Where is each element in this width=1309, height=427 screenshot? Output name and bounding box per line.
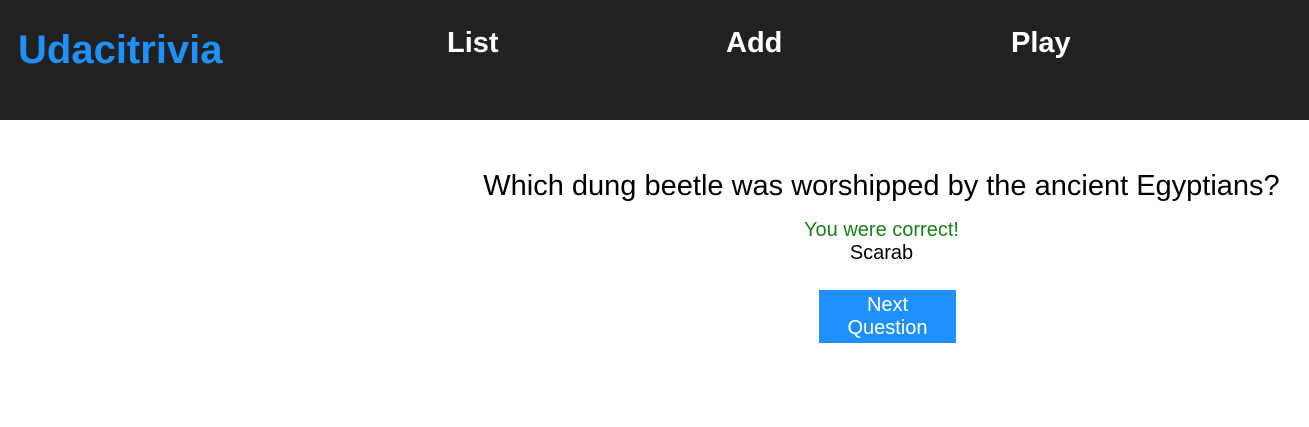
nav-play-link[interactable]: Play (1011, 26, 1071, 60)
nav-list-link[interactable]: List (447, 26, 499, 60)
next-question-button[interactable]: Next Question (819, 290, 956, 343)
quiz-play-area: Which dung beetle was worshipped by the … (460, 120, 1303, 427)
app-header: Udacitrivia List Add Play (0, 0, 1309, 120)
answer-feedback: You were correct! (804, 219, 959, 241)
quiz-question: Which dung beetle was worshipped by the … (483, 170, 1280, 202)
nav-add-link[interactable]: Add (726, 26, 782, 60)
correct-answer: Scarab (849, 242, 914, 264)
brand-logo-link[interactable]: Udacitrivia (18, 27, 223, 73)
